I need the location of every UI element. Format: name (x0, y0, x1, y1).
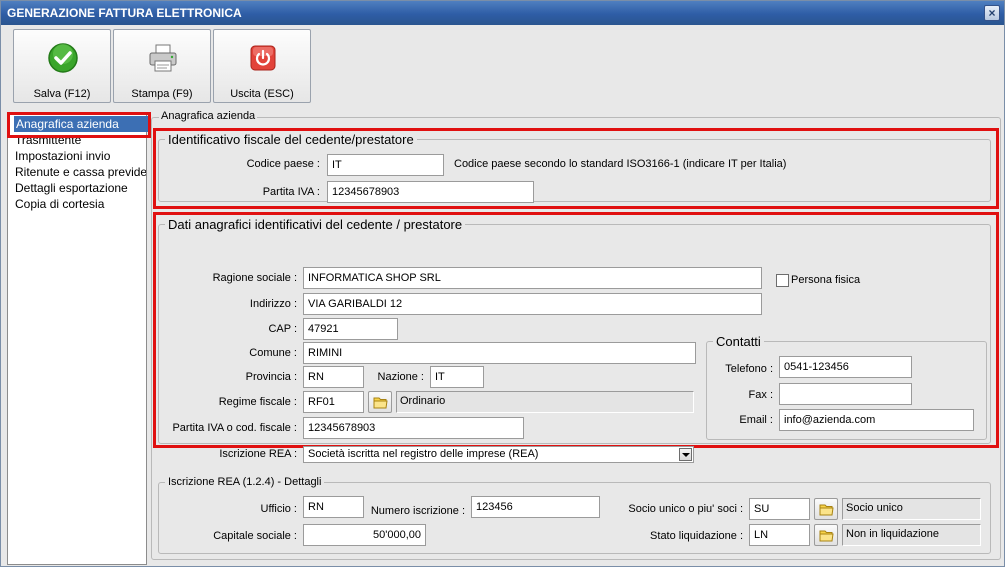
rea-label: Iscrizione REA : (219, 448, 297, 460)
vat-cf-label: Partita IVA o cod. fiscale : (172, 422, 297, 434)
folder-icon (819, 530, 834, 542)
folder-icon (819, 504, 834, 516)
cap-label: CAP : (268, 323, 297, 335)
fax-label: Fax : (748, 389, 773, 401)
rea-details-legend: Iscrizione REA (1.2.4) - Dettagli (168, 476, 322, 488)
office-field[interactable]: RN (303, 496, 364, 518)
vat-label: Partita IVA : (262, 186, 320, 198)
person-checkbox[interactable] (776, 274, 789, 287)
regime-lookup-button[interactable] (368, 391, 392, 413)
cap-field[interactable]: 47921 (303, 318, 398, 340)
section-list: Anagrafica azienda Trasmittente Impostaz… (7, 113, 150, 565)
title-bar: GENERAZIONE FATTURA ELETTRONICA × (1, 1, 1004, 25)
email-field[interactable]: info@azienda.com (779, 409, 974, 431)
address-field[interactable]: VIA GARIBALDI 12 (303, 293, 762, 315)
city-field[interactable]: RIMINI (303, 342, 696, 364)
folder-icon (373, 397, 388, 409)
close-button[interactable]: × (984, 5, 1000, 21)
address-label: Indirizzo : (249, 298, 297, 310)
registry-legend: Dati anagrafici identificativi del ceden… (168, 217, 463, 232)
chevron-down-icon[interactable] (679, 448, 692, 461)
capital-label: Capitale sociale : (213, 530, 297, 542)
regime-description: Ordinario (396, 391, 694, 413)
partner-label: Socio unico o piu' soci : (628, 503, 743, 515)
close-icon: × (988, 6, 996, 20)
partner-lookup-button[interactable] (814, 498, 838, 520)
print-button[interactable]: Stampa (F9) (113, 29, 211, 103)
checkmark-icon (48, 43, 78, 73)
save-button[interactable]: Salva (F12) (13, 29, 111, 103)
vat-cf-field[interactable]: 12345678903 (303, 417, 524, 439)
company-name-label: Ragione sociale : (212, 272, 297, 284)
reg-number-label: Numero iscrizione : (370, 505, 465, 517)
liquidation-lookup-button[interactable] (814, 524, 838, 546)
fiscal-id-legend: Identificativo fiscale del cedente/prest… (168, 132, 414, 147)
liquidation-code-field[interactable]: LN (749, 524, 810, 546)
nation-label: Nazione : (377, 371, 424, 383)
province-label: Provincia : (245, 371, 297, 383)
nav-item-anagrafica-azienda[interactable]: Anagrafica azienda (14, 116, 150, 132)
nav-item-trasmittente[interactable]: Trasmittente (8, 132, 146, 148)
liquidation-label: Stato liquidazione : (650, 530, 743, 542)
person-label: Persona fisica (791, 274, 861, 286)
phone-field[interactable]: 0541-123456 (779, 356, 912, 378)
power-icon (250, 45, 276, 71)
main-window: GENERAZIONE FATTURA ELETTRONICA × Salva … (0, 0, 1005, 567)
fax-field[interactable] (779, 383, 912, 405)
print-label: Stampa (F9) (131, 88, 193, 100)
company-name-field[interactable]: INFORMATICA SHOP SRL (303, 267, 762, 289)
window-title: GENERAZIONE FATTURA ELETTRONICA (7, 6, 242, 20)
nav-item-impostazioni-invio[interactable]: Impostazioni invio (8, 148, 146, 164)
nav-item-ritenute-cassa[interactable]: Ritenute e cassa previdenziale (8, 164, 146, 180)
rea-select-value: Società iscritta nel registro delle impr… (308, 448, 539, 460)
regime-label: Regime fiscale : (218, 396, 297, 408)
liquidation-description: Non in liquidazione (842, 524, 981, 546)
partner-description: Socio unico (842, 498, 981, 520)
nav-item-dettagli-esportazione[interactable]: Dettagli esportazione (8, 180, 146, 196)
regime-code-field[interactable]: RF01 (303, 391, 364, 413)
save-label: Salva (F12) (33, 88, 91, 100)
country-code-field[interactable]: IT (327, 154, 444, 176)
panel-title: Anagrafica azienda (159, 110, 258, 122)
phone-label: Telefono : (725, 363, 773, 375)
office-label: Ufficio : (260, 503, 297, 515)
printer-icon (149, 44, 177, 72)
partner-code-field[interactable]: SU (749, 498, 810, 520)
country-code-label: Codice paese : (246, 158, 320, 170)
email-label: Email : (739, 414, 773, 426)
vat-field[interactable]: 12345678903 (327, 181, 534, 203)
country-code-hint: Codice paese secondo lo standard ISO3166… (454, 158, 787, 170)
city-label: Comune : (249, 347, 297, 359)
toolbar: Salva (F12) Stampa (F9) Uscita (ESC) (1, 25, 1004, 105)
exit-label: Uscita (ESC) (230, 88, 294, 100)
province-field[interactable]: RN (303, 366, 364, 388)
reg-number-field[interactable]: 123456 (471, 496, 600, 518)
capital-field[interactable]: 50'000,00 (303, 524, 426, 546)
nav-item-copia-cortesia[interactable]: Copia di cortesia (8, 196, 146, 212)
nation-field[interactable]: IT (430, 366, 484, 388)
contacts-legend: Contatti (716, 334, 761, 349)
rea-select[interactable]: Società iscritta nel registro delle impr… (303, 446, 694, 463)
exit-button[interactable]: Uscita (ESC) (213, 29, 311, 103)
